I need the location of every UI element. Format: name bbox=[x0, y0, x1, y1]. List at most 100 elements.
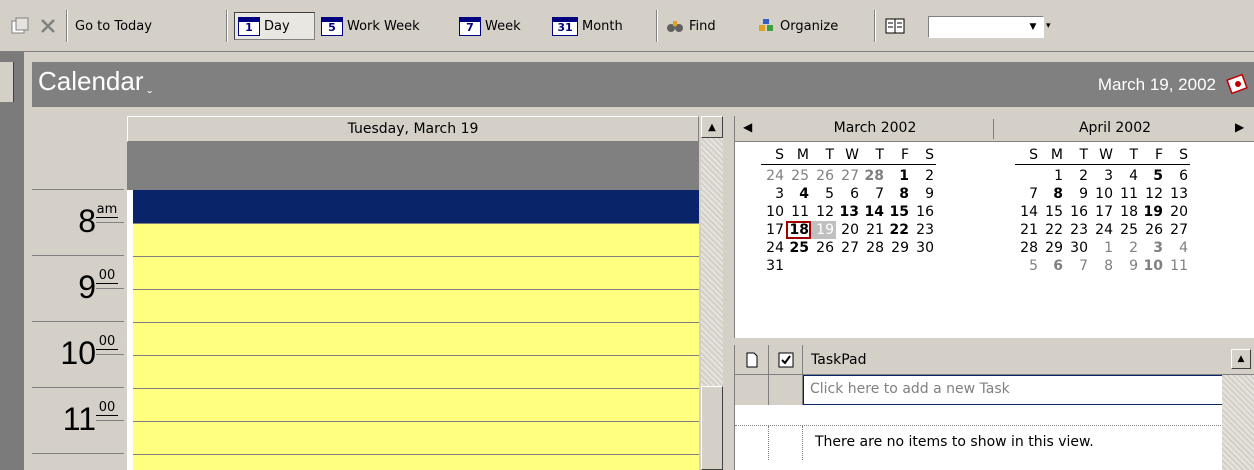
date-cell[interactable]: 17 bbox=[1090, 203, 1115, 221]
date-cell[interactable]: 16 bbox=[911, 203, 936, 221]
address-book-button[interactable] bbox=[884, 14, 906, 38]
date-cell[interactable]: 1 bbox=[1090, 239, 1115, 257]
date-cell[interactable]: 8 bbox=[1090, 257, 1115, 275]
date-cell[interactable]: 12 bbox=[811, 203, 836, 221]
new-task-input[interactable]: Click here to add a new Task bbox=[803, 375, 1223, 405]
date-cell[interactable]: 8 bbox=[1040, 185, 1065, 203]
date-cell[interactable]: 16 bbox=[1065, 203, 1090, 221]
date-cell[interactable]: 8 bbox=[886, 185, 911, 203]
find-button[interactable]: Find bbox=[665, 14, 716, 38]
date-cell[interactable]: 10 bbox=[761, 203, 786, 221]
work-week-view-button[interactable]: 5 Work Week bbox=[321, 14, 420, 38]
date-cell[interactable]: 19 bbox=[811, 221, 836, 239]
date-cell[interactable]: 25 bbox=[786, 167, 811, 185]
find-contact-dropdown[interactable]: ▼ bbox=[928, 16, 1044, 38]
date-cell[interactable]: 9 bbox=[1065, 185, 1090, 203]
date-cell[interactable]: 12 bbox=[1140, 185, 1165, 203]
go-to-today-button[interactable]: Go to Today bbox=[75, 14, 152, 38]
organize-button[interactable]: Organize bbox=[756, 14, 838, 38]
date-cell[interactable]: 28 bbox=[1015, 239, 1040, 257]
date-cell[interactable]: 22 bbox=[886, 221, 911, 239]
date-cell[interactable]: 27 bbox=[836, 239, 861, 257]
day-view-button[interactable]: 1 Day bbox=[238, 14, 290, 38]
pane-splitter[interactable] bbox=[724, 107, 732, 470]
date-cell[interactable]: 26 bbox=[811, 239, 836, 257]
date-cell[interactable]: 21 bbox=[1015, 221, 1040, 239]
day-view-scrollbar[interactable]: ▲ bbox=[701, 116, 723, 470]
date-cell[interactable]: 4 bbox=[1165, 239, 1190, 257]
date-cell[interactable]: 3 bbox=[761, 185, 786, 203]
date-cell[interactable]: 28 bbox=[861, 167, 886, 185]
date-cell[interactable]: 18 bbox=[786, 221, 811, 239]
date-cell[interactable]: 2 bbox=[1115, 239, 1140, 257]
date-cell[interactable]: 13 bbox=[1165, 185, 1190, 203]
date-cell[interactable]: 28 bbox=[861, 239, 886, 257]
date-cell[interactable]: 21 bbox=[861, 221, 886, 239]
date-cell[interactable]: 15 bbox=[1040, 203, 1065, 221]
date-cell[interactable]: 9 bbox=[1115, 257, 1140, 275]
date-cell[interactable]: 14 bbox=[861, 203, 886, 221]
date-cell[interactable]: 11 bbox=[1165, 257, 1190, 275]
date-cell[interactable]: 14 bbox=[1015, 203, 1040, 221]
date-cell[interactable]: 10 bbox=[1090, 185, 1115, 203]
date-cell[interactable]: 26 bbox=[811, 167, 836, 185]
chevron-down-icon[interactable]: ▼ bbox=[1025, 19, 1041, 35]
date-cell[interactable]: 1 bbox=[886, 167, 911, 185]
date-cell[interactable]: 1 bbox=[1040, 167, 1065, 185]
date-cell[interactable]: 2 bbox=[911, 167, 936, 185]
previous-month-button[interactable]: ◀ bbox=[743, 120, 752, 134]
date-cell[interactable]: 30 bbox=[1065, 239, 1090, 257]
date-cell[interactable]: 3 bbox=[1140, 239, 1165, 257]
date-cell[interactable]: 6 bbox=[1165, 167, 1190, 185]
date-cell[interactable]: 13 bbox=[836, 203, 861, 221]
date-cell[interactable]: 20 bbox=[1165, 203, 1190, 221]
date-cell[interactable]: 23 bbox=[1065, 221, 1090, 239]
date-cell[interactable]: 5 bbox=[1015, 257, 1040, 275]
date-cell[interactable]: 24 bbox=[761, 167, 786, 185]
next-month-button[interactable]: ▶ bbox=[1235, 120, 1244, 134]
toolbar-options-button[interactable]: ▾ bbox=[1046, 14, 1051, 38]
date-cell[interactable]: 26 bbox=[1140, 221, 1165, 239]
scroll-up-button[interactable]: ▲ bbox=[701, 116, 723, 138]
date-cell[interactable]: 17 bbox=[761, 221, 786, 239]
date-cell[interactable]: 27 bbox=[1165, 221, 1190, 239]
taskpad-scrollbar[interactable] bbox=[1222, 375, 1254, 470]
date-cell[interactable]: 29 bbox=[1040, 239, 1065, 257]
date-cell[interactable]: 7 bbox=[1065, 257, 1090, 275]
date-cell[interactable]: 27 bbox=[836, 167, 861, 185]
date-cell[interactable]: 3 bbox=[1090, 167, 1115, 185]
taskpad-scroll-up-button[interactable]: ▲ bbox=[1231, 349, 1251, 369]
move-to-folder-button[interactable] bbox=[10, 14, 30, 38]
date-cell[interactable]: 5 bbox=[1140, 167, 1165, 185]
date-cell[interactable]: 22 bbox=[1040, 221, 1065, 239]
all-day-event-area[interactable] bbox=[127, 142, 699, 190]
outlook-bar-handle[interactable] bbox=[0, 62, 14, 102]
day-header[interactable]: Tuesday, March 19 bbox=[127, 116, 699, 142]
date-cell[interactable]: 11 bbox=[786, 203, 811, 221]
date-cell[interactable]: 31 bbox=[761, 257, 786, 275]
date-cell[interactable]: 20 bbox=[836, 221, 861, 239]
date-cell[interactable]: 6 bbox=[836, 185, 861, 203]
date-cell[interactable]: 4 bbox=[786, 185, 811, 203]
selected-time-slot[interactable] bbox=[133, 190, 699, 223]
date-cell[interactable]: 7 bbox=[1015, 185, 1040, 203]
icon-column-header[interactable] bbox=[735, 345, 769, 375]
folder-title-button[interactable]: Calendar ˬ bbox=[38, 66, 152, 97]
date-cell[interactable]: 25 bbox=[1115, 221, 1140, 239]
complete-column-header[interactable] bbox=[769, 345, 803, 375]
date-cell[interactable]: 10 bbox=[1140, 257, 1165, 275]
date-cell[interactable]: 9 bbox=[911, 185, 936, 203]
delete-button[interactable] bbox=[38, 14, 58, 38]
date-cell[interactable]: 15 bbox=[886, 203, 911, 221]
time-slots-grid[interactable] bbox=[127, 190, 699, 470]
date-cell[interactable]: 23 bbox=[911, 221, 936, 239]
date-cell[interactable]: 18 bbox=[1115, 203, 1140, 221]
date-cell[interactable]: 11 bbox=[1115, 185, 1140, 203]
date-cell[interactable]: 24 bbox=[761, 239, 786, 257]
week-view-button[interactable]: 7 Week bbox=[459, 14, 521, 38]
date-cell[interactable]: 6 bbox=[1040, 257, 1065, 275]
month-view-button[interactable]: 31 Month bbox=[552, 14, 623, 38]
date-cell[interactable]: 4 bbox=[1115, 167, 1140, 185]
date-cell[interactable]: 25 bbox=[786, 239, 811, 257]
date-cell[interactable]: 24 bbox=[1090, 221, 1115, 239]
